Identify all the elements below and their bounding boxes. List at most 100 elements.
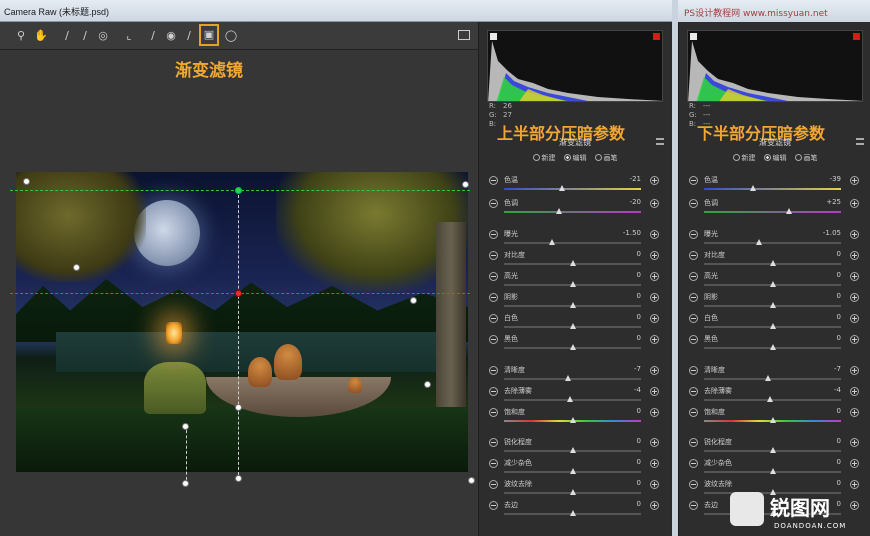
slider-thumb[interactable] [566,396,573,402]
slider-thumb[interactable] [785,208,792,214]
radio-icon[interactable] [732,154,740,161]
radio-icon[interactable] [763,154,771,161]
slider-thumb[interactable] [765,375,772,381]
increase-icon[interactable] [650,314,659,323]
increase-icon[interactable] [650,501,659,510]
slider-value[interactable]: 0 [637,458,641,466]
shadow-clipping-icon[interactable] [690,33,697,40]
slider-value[interactable]: 0 [637,250,641,258]
gradient-lower-axis[interactable] [186,425,187,485]
increase-icon[interactable] [850,501,859,510]
increase-icon[interactable] [850,176,859,185]
gradient-handle[interactable] [23,178,30,185]
slider-track[interactable] [704,242,841,244]
increase-icon[interactable] [650,176,659,185]
highlight-clipping-icon[interactable] [653,33,660,40]
red-eye-icon[interactable]: ◉ [164,29,178,43]
decrease-icon[interactable] [689,408,698,417]
decrease-icon[interactable] [689,293,698,302]
slider-value[interactable]: -7 [634,365,641,373]
increase-icon[interactable] [850,459,859,468]
decrease-icon[interactable] [689,272,698,281]
open-object-icon[interactable] [458,30,470,40]
slider-thumb[interactable] [569,323,576,329]
slider-thumb[interactable] [769,260,776,266]
gradient-top-pin[interactable] [235,187,242,194]
slider-value[interactable]: 0 [837,250,841,258]
slider-value[interactable]: -20 [630,198,641,206]
slider-value[interactable]: 0 [837,479,841,487]
decrease-icon[interactable] [689,459,698,468]
slider-value[interactable]: -4 [634,386,641,394]
slider-value[interactable]: 0 [837,500,841,508]
slider-thumb[interactable] [569,344,576,350]
slider-thumb[interactable] [769,417,776,423]
mode-option[interactable]: 画笔 [594,153,618,163]
slider-value[interactable]: -1.50 [623,229,641,237]
increase-icon[interactable] [850,387,859,396]
slider-value[interactable]: 0 [637,334,641,342]
hand-icon[interactable]: ✋ [34,29,48,43]
gradient-handle[interactable] [410,297,417,304]
gradient-handle[interactable] [182,423,189,430]
decrease-icon[interactable] [489,199,498,208]
brush-icon[interactable]: ∕ [182,29,196,43]
slider-thumb[interactable] [766,396,773,402]
increase-icon[interactable] [850,272,859,281]
decrease-icon[interactable] [489,408,498,417]
increase-icon[interactable] [850,230,859,239]
slider-value[interactable]: 0 [637,500,641,508]
slider-thumb[interactable] [569,281,576,287]
slider-thumb[interactable] [769,302,776,308]
increase-icon[interactable] [850,335,859,344]
decrease-icon[interactable] [689,438,698,447]
mode-option[interactable]: 新建 [532,153,556,163]
gradient-handle[interactable] [182,480,189,487]
slider-value[interactable]: 0 [637,292,641,300]
color-sampler-icon[interactable]: ∕ [78,29,92,43]
slider-thumb[interactable] [569,260,576,266]
slider-thumb[interactable] [769,344,776,350]
mode-option[interactable]: 画笔 [794,153,818,163]
gradient-handle[interactable] [235,404,242,411]
slider-thumb[interactable] [569,468,576,474]
gradient-handle[interactable] [462,181,469,188]
increase-icon[interactable] [650,459,659,468]
decrease-icon[interactable] [489,335,498,344]
increase-icon[interactable] [650,408,659,417]
decrease-icon[interactable] [489,366,498,375]
gradient-handle[interactable] [73,264,80,271]
increase-icon[interactable] [850,408,859,417]
decrease-icon[interactable] [689,387,698,396]
gradient-handle[interactable] [468,477,475,484]
mode-option[interactable]: 编辑 [563,153,587,163]
graduated-filter-icon[interactable]: ▣ [199,24,219,46]
gradient-handle[interactable] [424,381,431,388]
decrease-icon[interactable] [689,314,698,323]
slider-track[interactable] [704,211,841,213]
slider-thumb[interactable] [750,185,757,191]
increase-icon[interactable] [850,438,859,447]
increase-icon[interactable] [850,314,859,323]
gradient-handle[interactable] [235,475,242,482]
slider-value[interactable]: 0 [637,479,641,487]
radio-icon[interactable] [532,154,540,161]
slider-track[interactable] [704,188,841,190]
slider-value[interactable]: 0 [837,407,841,415]
decrease-icon[interactable] [489,480,498,489]
gradient-mid-pin[interactable] [235,290,242,297]
radio-icon[interactable] [563,154,571,161]
slider-thumb[interactable] [769,447,776,453]
decrease-icon[interactable] [489,176,498,185]
decrease-icon[interactable] [489,272,498,281]
increase-icon[interactable] [850,480,859,489]
slider-thumb[interactable] [769,281,776,287]
increase-icon[interactable] [650,293,659,302]
decrease-icon[interactable] [489,501,498,510]
increase-icon[interactable] [650,387,659,396]
slider-value[interactable]: 0 [637,407,641,415]
slider-thumb[interactable] [569,489,576,495]
eyedropper-icon[interactable]: ∕ [60,29,74,43]
radio-icon[interactable] [594,154,602,161]
increase-icon[interactable] [650,335,659,344]
